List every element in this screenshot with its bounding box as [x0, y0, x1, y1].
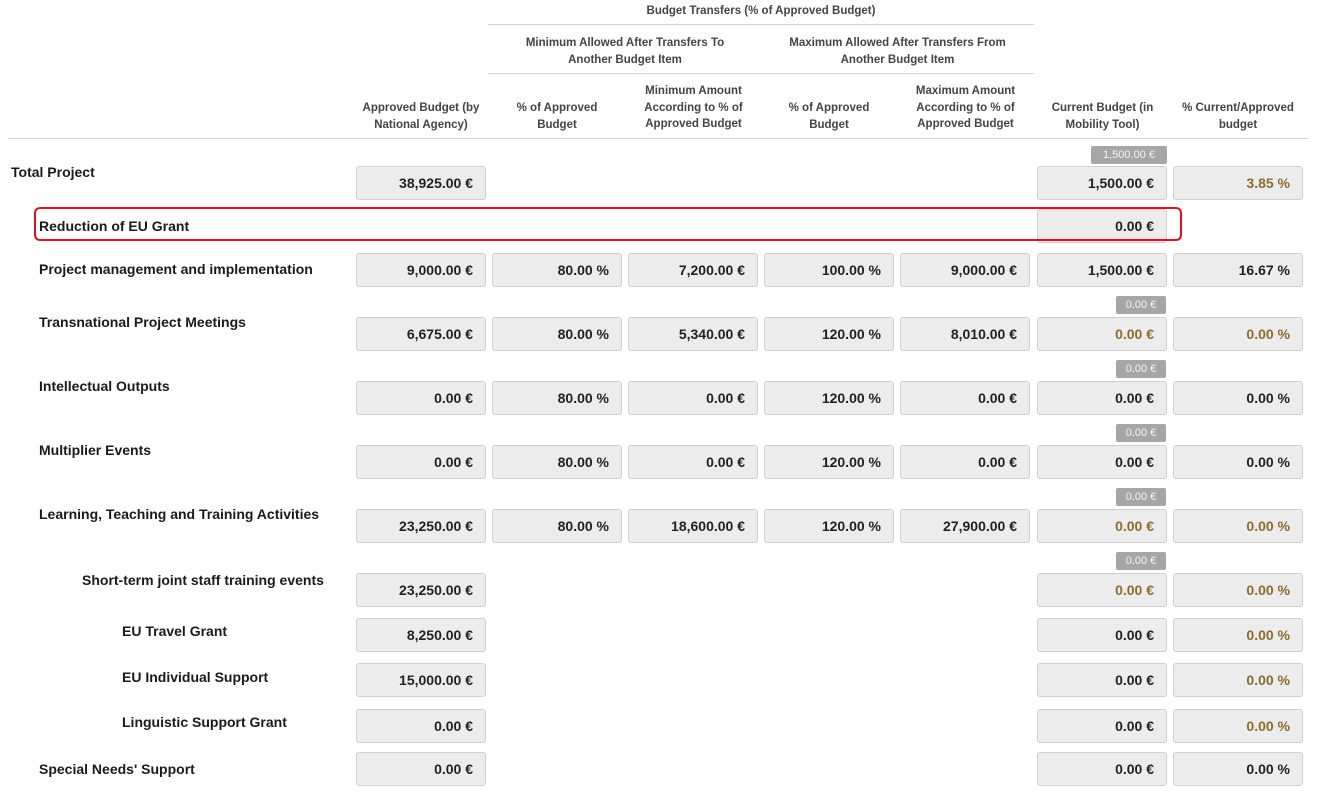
- row-label-short-term-staff-training: Short-term joint staff training events: [82, 572, 324, 588]
- current-budget-header: Current Budget (in Mobility Tool): [1051, 102, 1154, 131]
- current-budget-field: 1,500.00 €: [1037, 166, 1167, 200]
- min-amount-field: 18,600.00 €: [628, 509, 758, 543]
- row-label-transnational-meetings: Transnational Project Meetings: [39, 314, 246, 330]
- current-budget-field: 0.00 €: [1037, 752, 1167, 786]
- max-amount-field: 0.00 €: [900, 445, 1030, 479]
- pct-current-approved-field: 0.00 %: [1173, 618, 1303, 652]
- max-amount-header: Maximum Amount According to % of Approve…: [915, 85, 1016, 130]
- header-bottom-divider: [8, 138, 1308, 139]
- budget-table-page: { "header": { "transfers_group": "Budget…: [0, 0, 1323, 794]
- max-pct-field: 120.00 %: [764, 317, 894, 351]
- current-budget-field: 0.00 €: [1037, 709, 1167, 743]
- header-divider: [488, 73, 1034, 74]
- current-budget-field: 0.00 €: [1037, 381, 1167, 415]
- current-budget-field: 1,500.00 €: [1037, 253, 1167, 287]
- current-budget-field: 0.00 €: [1037, 509, 1167, 543]
- min-pct-field: 80.00 %: [492, 253, 622, 287]
- max-amount-field: 0.00 €: [900, 381, 1030, 415]
- row-label-learning-teaching-training: Learning, Teaching and Training Activiti…: [39, 506, 320, 522]
- min-allowed-group-header: Minimum Allowed After Transfers To Anoth…: [525, 37, 725, 66]
- approved-budget-field: 38,925.00 €: [356, 166, 486, 200]
- row-label-eu-individual-support: EU Individual Support: [122, 669, 269, 685]
- pct-current-approved-field: 0.00 %: [1173, 752, 1303, 786]
- current-budget-badge: 0.00 €: [1116, 488, 1166, 506]
- approved-budget-field: 6,675.00 €: [356, 317, 486, 351]
- approved-budget-field: 0.00 €: [356, 709, 486, 743]
- pct-current-approved-field: 0.00 %: [1173, 317, 1303, 351]
- approved-budget-field: 0.00 €: [356, 752, 486, 786]
- min-pct-field: 80.00 %: [492, 509, 622, 543]
- pct-current-approved-header: % Current/Approved budget: [1182, 102, 1294, 131]
- min-pct-field: 80.00 %: [492, 317, 622, 351]
- max-amount-field: 9,000.00 €: [900, 253, 1030, 287]
- reduction-row-highlight: [34, 207, 1182, 241]
- current-budget-field: 0.00 €: [1037, 445, 1167, 479]
- max-amount-field: 8,010.00 €: [900, 317, 1030, 351]
- current-budget-badge: 0.00 €: [1116, 360, 1166, 378]
- min-pct-field: 80.00 %: [492, 445, 622, 479]
- max-allowed-group-header: Maximum Allowed After Transfers From Ano…: [789, 37, 1006, 66]
- row-label-project-management: Project management and implementation: [39, 261, 313, 277]
- current-budget-field: 0.00 €: [1037, 573, 1167, 607]
- min-amount-field: 7,200.00 €: [628, 253, 758, 287]
- approved-budget-field: 0.00 €: [356, 445, 486, 479]
- max-pct-field: 100.00 %: [764, 253, 894, 287]
- current-budget-field: 0.00 €: [1037, 663, 1167, 697]
- max-pct-field: 120.00 %: [764, 381, 894, 415]
- approved-budget-field: 0.00 €: [356, 381, 486, 415]
- current-budget-badge: 0.00 €: [1116, 424, 1166, 442]
- row-label-multiplier-events: Multiplier Events: [39, 442, 152, 458]
- max-pct-header: % of Approved Budget: [788, 102, 870, 131]
- budget-transfers-group-header: Budget Transfers (% of Approved Budget): [646, 5, 876, 17]
- row-label-intellectual-outputs: Intellectual Outputs: [39, 378, 170, 394]
- pct-current-approved-field: 3.85 %: [1173, 166, 1303, 200]
- approved-budget-field: 15,000.00 €: [356, 663, 486, 697]
- row-label-special-needs-support: Special Needs' Support: [39, 761, 195, 777]
- current-budget-field: 0.00 €: [1037, 317, 1167, 351]
- current-budget-badge: 0.00 €: [1116, 296, 1166, 314]
- pct-current-approved-field: 0.00 %: [1173, 445, 1303, 479]
- row-label-linguistic-support-grant: Linguistic Support Grant: [122, 714, 287, 730]
- header-divider: [488, 24, 1034, 25]
- row-label-total-project: Total Project: [11, 164, 95, 180]
- max-pct-field: 120.00 %: [764, 445, 894, 479]
- max-pct-field: 120.00 %: [764, 509, 894, 543]
- approved-budget-field: 9,000.00 €: [356, 253, 486, 287]
- min-amount-field: 0.00 €: [628, 445, 758, 479]
- min-amount-field: 5,340.00 €: [628, 317, 758, 351]
- pct-current-approved-field: 0.00 %: [1173, 573, 1303, 607]
- current-budget-field: 0.00 €: [1037, 618, 1167, 652]
- current-budget-badge: 0.00 €: [1116, 552, 1166, 570]
- pct-current-approved-field: 16.67 %: [1173, 253, 1303, 287]
- pct-current-approved-field: 0.00 %: [1173, 509, 1303, 543]
- approved-budget-header: Approved Budget (by National Agency): [362, 102, 480, 131]
- min-pct-field: 80.00 %: [492, 381, 622, 415]
- pct-current-approved-field: 0.00 %: [1173, 663, 1303, 697]
- approved-budget-field: 23,250.00 €: [356, 509, 486, 543]
- min-amount-header: Minimum Amount According to % of Approve…: [644, 85, 743, 130]
- current-budget-badge: 1,500.00 €: [1091, 146, 1167, 164]
- row-label-eu-travel-grant: EU Travel Grant: [122, 623, 228, 639]
- pct-current-approved-field: 0.00 %: [1173, 381, 1303, 415]
- max-amount-field: 27,900.00 €: [900, 509, 1030, 543]
- approved-budget-field: 8,250.00 €: [356, 618, 486, 652]
- min-amount-field: 0.00 €: [628, 381, 758, 415]
- pct-current-approved-field: 0.00 %: [1173, 709, 1303, 743]
- approved-budget-field: 23,250.00 €: [356, 573, 486, 607]
- min-pct-header: % of Approved Budget: [516, 102, 598, 131]
